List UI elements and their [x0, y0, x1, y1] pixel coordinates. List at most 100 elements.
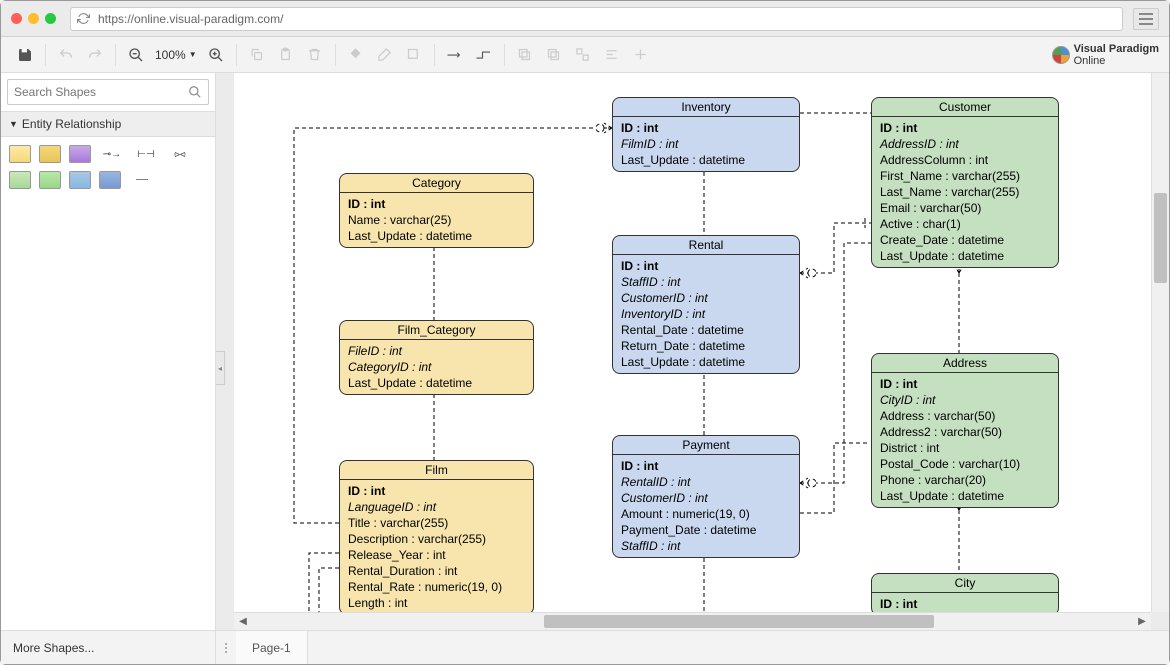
entity-body: ID : intRentalID : intCustomerID : intAm… [613, 455, 799, 557]
connector-dashed[interactable]: ┄┄ [129, 171, 155, 189]
to-front-button[interactable] [511, 41, 539, 69]
entity-row: ID : int [880, 376, 1050, 392]
shape-palette: ⊸→ ⊢⊣ ⪧⪦ ┄┄ [1, 137, 215, 197]
entity-row: First_Name : varchar(255) [880, 168, 1050, 184]
diagram-canvas[interactable]: CategoryID : intName : varchar(25)Last_U… [234, 73, 1151, 612]
entity-row: CategoryID : int [348, 359, 525, 375]
scroll-right-icon[interactable]: ▶ [1133, 613, 1151, 630]
entity-row: InventoryID : int [621, 306, 791, 322]
section-header[interactable]: ▼ Entity Relationship [1, 111, 215, 137]
maximize-window-button[interactable] [45, 13, 56, 24]
entity-row: Length : int [348, 595, 525, 611]
redo-button[interactable] [81, 41, 109, 69]
url-bar[interactable]: https://online.visual-paradigm.com/ [70, 7, 1123, 31]
canvas-area: ◂ [216, 73, 1169, 630]
entity-row: FilmID : int [621, 136, 791, 152]
undo-button[interactable] [52, 41, 80, 69]
entity-row: Rental_Date : datetime [621, 322, 791, 338]
entity-title: Category [340, 174, 533, 193]
line-color-button[interactable] [371, 41, 399, 69]
entity-film-category[interactable]: Film_Category FileID : intCategoryID : in… [339, 320, 534, 395]
titlebar: https://online.visual-paradigm.com/ [1, 1, 1169, 37]
menu-icon[interactable] [1133, 8, 1159, 30]
entity-inventory[interactable]: InventoryID : intFilmID : intLast_Update… [612, 97, 800, 172]
entity-row: Rental_Rate : numeric(19, 0) [348, 579, 525, 595]
entity-row: LanguageID : int [348, 499, 525, 515]
connector-one-many[interactable]: ⊸→ [99, 145, 125, 163]
entity-body: ID : int [872, 593, 1058, 612]
zoom-in-button[interactable] [202, 41, 230, 69]
entity-city[interactable]: CityID : int [871, 573, 1059, 612]
search-field[interactable] [14, 85, 188, 99]
entity-row: Phone : varchar(20) [880, 472, 1050, 488]
entity-row: ID : int [621, 258, 791, 274]
search-icon [188, 85, 202, 99]
minimize-window-button[interactable] [28, 13, 39, 24]
zoom-out-button[interactable] [122, 41, 150, 69]
url-text: https://online.visual-paradigm.com/ [98, 12, 283, 26]
entity-shape-green-alt[interactable] [39, 171, 61, 189]
entity-row: Active : char(1) [880, 216, 1050, 232]
entity-category[interactable]: CategoryID : intName : varchar(25)Last_U… [339, 173, 534, 248]
entity-shape-blue-alt[interactable] [99, 171, 121, 189]
sidebar-collapse-handle[interactable]: ◂ [216, 351, 225, 385]
reload-icon[interactable] [77, 12, 90, 25]
entity-row: FileID : int [348, 343, 525, 359]
entity-rental[interactable]: RentalID : intStaffID : intCustomerID : … [612, 235, 800, 374]
drag-handle-icon[interactable] [216, 643, 236, 653]
entity-address[interactable]: AddressID : intCityID : intAddress : var… [871, 353, 1059, 508]
connector-style-button[interactable] [441, 41, 469, 69]
group-button[interactable] [569, 41, 597, 69]
collapse-icon: ▼ [9, 119, 18, 129]
entity-row: Description : varchar(255) [348, 531, 525, 547]
entity-title: Film_Category [340, 321, 533, 340]
entity-body: ID : intFilmID : intLast_Update : dateti… [613, 117, 799, 171]
entity-row: Release_Year : int [348, 547, 525, 563]
zoom-level[interactable]: 100%▼ [151, 48, 201, 62]
entity-row: Payment_Date : datetime [621, 522, 791, 538]
entity-shape-yellow[interactable] [9, 145, 31, 163]
search-shapes-input[interactable] [7, 79, 209, 105]
connector-many-many[interactable]: ⪧⪦ [167, 145, 193, 163]
entity-customer[interactable]: CustomerID : intAddressID : intAddressCo… [871, 97, 1059, 268]
entity-payment[interactable]: PaymentID : intRentalID : intCustomerID … [612, 435, 800, 558]
window-controls [11, 13, 56, 24]
waypoint-style-button[interactable] [470, 41, 498, 69]
entity-title: Address [872, 354, 1058, 373]
delete-button[interactable] [301, 41, 329, 69]
more-shapes-button[interactable]: More Shapes... [1, 631, 216, 664]
entity-film[interactable]: FilmID : intLanguageID : intTitle : varc… [339, 460, 534, 612]
entity-row: Name : varchar(25) [348, 212, 525, 228]
entity-body: ID : intLanguageID : intTitle : varchar(… [340, 480, 533, 612]
entity-shape-yellow-alt[interactable] [39, 145, 61, 163]
entity-row: RentalID : int [621, 474, 791, 490]
entity-row: Last_Update : datetime [348, 228, 525, 244]
shadow-button[interactable] [400, 41, 428, 69]
fill-color-button[interactable] [342, 41, 370, 69]
entity-row: ID : int [880, 596, 1050, 612]
page-tab[interactable]: Page-1 [236, 631, 308, 664]
entity-shape-green[interactable] [9, 171, 31, 189]
save-button[interactable] [11, 41, 39, 69]
entity-shape-purple[interactable] [69, 145, 91, 163]
vertical-scrollbar[interactable] [1151, 73, 1169, 612]
to-back-button[interactable] [540, 41, 568, 69]
entity-row: CustomerID : int [621, 490, 791, 506]
entity-shape-blue[interactable] [69, 171, 91, 189]
connector-one-one[interactable]: ⊢⊣ [133, 145, 159, 163]
entity-row: CityID : int [880, 392, 1050, 408]
scroll-left-icon[interactable]: ◀ [234, 613, 252, 630]
entity-row: Address2 : varchar(50) [880, 424, 1050, 440]
entity-row: Last_Update : datetime [880, 488, 1050, 504]
entity-row: Return_Date : datetime [621, 338, 791, 354]
entity-row: Last_Update : datetime [621, 354, 791, 370]
align-button[interactable] [598, 41, 626, 69]
horizontal-scrollbar[interactable]: ◀ ▶ [234, 612, 1151, 630]
entity-row: Last_Update : datetime [880, 248, 1050, 264]
brand-logo: Visual ParadigmOnline [1052, 43, 1159, 67]
add-button[interactable] [627, 41, 655, 69]
copy-button[interactable] [243, 41, 271, 69]
paste-button[interactable] [272, 41, 300, 69]
entity-row: Amount : numeric(19, 0) [621, 506, 791, 522]
close-window-button[interactable] [11, 13, 22, 24]
